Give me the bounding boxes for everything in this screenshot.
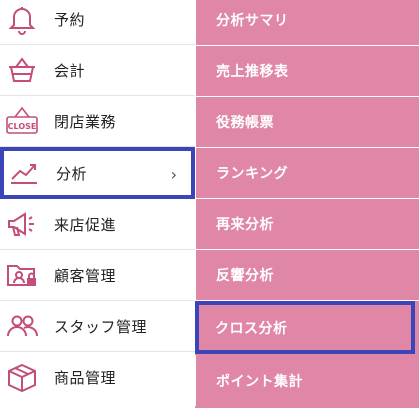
menu-item-label: 予約 xyxy=(54,10,86,29)
submenu-item-ranking[interactable]: ランキング xyxy=(195,148,419,199)
submenu-item-label: ポイント集計 xyxy=(216,373,303,390)
menu-item-label: 顧客管理 xyxy=(54,266,117,285)
menu-item-label: 来店促進 xyxy=(54,215,117,234)
menu-item-analysis[interactable]: 分析 › xyxy=(0,147,195,199)
menu-item-checkout[interactable]: 会計 xyxy=(0,45,195,96)
analysis-submenu: 分析サマリ 売上推移表 役務帳票 ランキング 再来分析 反響分析 クロス分析 ポ… xyxy=(195,0,419,408)
menu-item-label: スタッフ管理 xyxy=(54,317,148,336)
menu-item-reservation[interactable]: 予約 xyxy=(0,0,195,45)
submenu-item-label: 売上推移表 xyxy=(216,64,289,80)
submenu-item-response-analysis[interactable]: 反響分析 xyxy=(195,250,419,301)
menu-item-promotion[interactable]: 来店促進 xyxy=(0,199,195,250)
menu-item-staff[interactable]: スタッフ管理 xyxy=(0,301,195,352)
basket-icon xyxy=(2,52,42,88)
submenu-item-sales-trend[interactable]: 売上推移表 xyxy=(195,46,419,97)
submenu-item-cross-analysis[interactable]: クロス分析 xyxy=(195,301,415,354)
submenu-item-return-analysis[interactable]: 再来分析 xyxy=(195,199,419,250)
submenu-item-service-report[interactable]: 役務帳票 xyxy=(195,97,419,148)
menu-item-products[interactable]: 商品管理 xyxy=(0,352,195,403)
menu-item-customers[interactable]: 顧客管理 xyxy=(0,250,195,301)
menu-item-label: 分析 xyxy=(56,164,88,183)
submenu-item-label: 分析サマリ xyxy=(216,13,289,29)
submenu-item-summary[interactable]: 分析サマリ xyxy=(195,0,419,46)
main-menu: 予約 会計 CLOSE 閉店業務 分析 › 来店促進 顧客管理 スタッフ管理 商… xyxy=(0,0,195,408)
chevron-right-icon: › xyxy=(170,165,177,184)
menu-item-label: 閉店業務 xyxy=(54,112,117,131)
submenu-item-label: ランキング xyxy=(216,166,289,182)
staff-icon xyxy=(2,308,42,344)
bell-icon xyxy=(2,1,42,37)
trend-chart-icon xyxy=(4,155,44,191)
close-sign-icon: CLOSE xyxy=(2,103,42,139)
customer-folder-icon xyxy=(2,257,42,293)
megaphone-icon xyxy=(2,206,42,242)
menu-item-closing[interactable]: CLOSE 閉店業務 xyxy=(0,96,195,147)
submenu-item-label: 反響分析 xyxy=(216,268,274,284)
submenu-item-points[interactable]: ポイント集計 xyxy=(195,355,419,406)
submenu-item-label: 役務帳票 xyxy=(216,115,274,131)
submenu-item-label: クロス分析 xyxy=(215,320,288,337)
menu-item-label: 商品管理 xyxy=(54,369,117,387)
menu-item-label: 会計 xyxy=(54,61,86,80)
box-icon xyxy=(2,360,42,396)
svg-text:CLOSE: CLOSE xyxy=(8,122,37,131)
submenu-item-label: 再来分析 xyxy=(216,217,274,233)
